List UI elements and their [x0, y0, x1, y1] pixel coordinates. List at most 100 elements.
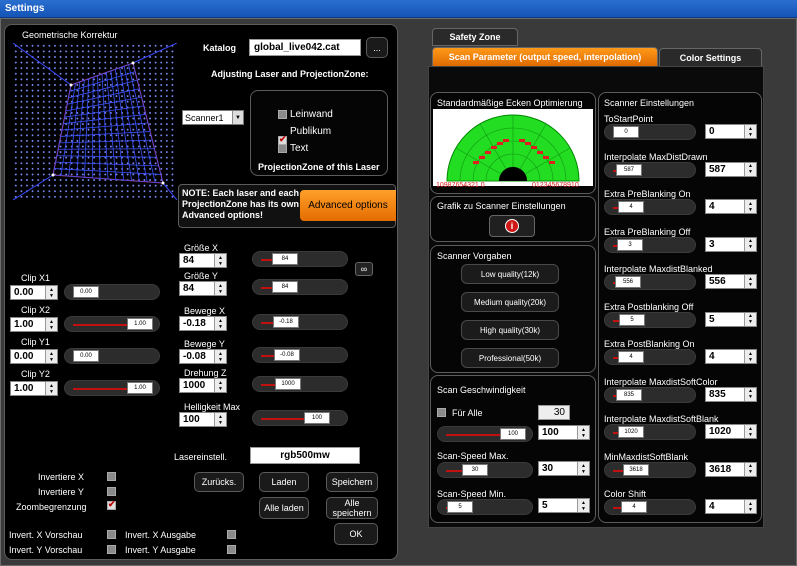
param-2-slider[interactable]: -0.18 — [252, 314, 348, 330]
tab-scan-parameter[interactable]: Scan Parameter (output speed, interpolat… — [432, 47, 658, 67]
invert-x-preview-checkbox[interactable] — [107, 530, 116, 539]
zone-checkbox-0[interactable] — [278, 110, 287, 119]
scanner-setting-2-slider-thumb[interactable]: 4 — [618, 201, 644, 213]
scanner-setting-8-slider-thumb[interactable]: 1020 — [618, 426, 644, 438]
scanner-setting-3-slider[interactable]: 3 — [604, 236, 696, 253]
scanner-setting-5-spinbox[interactable]: 5 ▲ ▼ — [705, 311, 757, 327]
fuer-alle-checkbox[interactable] — [437, 408, 446, 417]
param-5-slider[interactable]: 100 — [252, 410, 348, 426]
scanner-setting-4-spinbox[interactable]: 556 ▲ ▼ — [705, 274, 757, 289]
scanner-setting-3-spinbox[interactable]: 3 ▲ ▼ — [705, 236, 757, 252]
param-4-slider-thumb[interactable]: 1000 — [275, 378, 301, 390]
param-0-slider[interactable]: 84 — [252, 251, 348, 267]
scanner-setting-7-spinbox[interactable]: 835 ▲ ▼ — [705, 386, 757, 402]
invert-x-output-checkbox[interactable] — [227, 530, 236, 539]
clip-0-spinbox[interactable]: 0.00 ▲ ▼ — [10, 285, 58, 300]
clip-2-slider-thumb[interactable]: 0.00 — [73, 350, 99, 362]
link-icon[interactable]: ∞ — [355, 262, 373, 276]
speed-main-slider-thumb[interactable]: 100 — [500, 428, 526, 440]
scanner-setting-5-slider[interactable]: 5 — [604, 311, 696, 328]
scanner-setting-6-spinbox[interactable]: 4 ▲ ▼ — [705, 349, 757, 364]
scanner-setting-7-slider[interactable]: 835 — [604, 386, 696, 403]
load-button[interactable]: Laden — [259, 472, 309, 492]
preset-button-3[interactable]: Professional(50k) — [461, 348, 559, 368]
scanner-setting-1-slider[interactable]: 587 — [604, 161, 696, 178]
param-1-slider[interactable]: 84 — [252, 279, 348, 295]
preset-button-0[interactable]: Low quality(12k) — [461, 264, 559, 284]
speed-main-spinbox[interactable]: 100 ▲ ▼ — [538, 425, 590, 440]
save-all-button[interactable]: Alle speichern — [326, 497, 378, 519]
clip-0-slider[interactable]: 0.00 — [64, 284, 160, 300]
load-all-button[interactable]: Alle laden — [259, 497, 309, 519]
param-0-spinbox[interactable]: 84 ▲ ▼ — [179, 253, 227, 268]
scanner-select[interactable]: Scanner1 ▼ — [182, 110, 244, 125]
invert-y-preview-checkbox[interactable] — [107, 545, 116, 554]
fuer-alle-field[interactable]: 30 — [538, 405, 570, 420]
clip-3-spinbox[interactable]: 1.00 ▲ ▼ — [10, 381, 58, 396]
scanner-setting-4-slider[interactable]: 556 — [604, 274, 696, 290]
scanner-setting-1-spinbox[interactable]: 587 ▲ ▼ — [705, 161, 757, 177]
param-3-slider[interactable]: -0.08 — [252, 347, 348, 363]
clip-1-slider[interactable]: 1.00 — [64, 316, 160, 332]
param-5-spinbox[interactable]: 100 ▲ ▼ — [179, 412, 227, 427]
scanner-setting-9-slider-thumb[interactable]: 3618 — [623, 463, 649, 476]
clip-1-spinbox[interactable]: 1.00 ▲ ▼ — [10, 317, 58, 332]
clip-0-slider-thumb[interactable]: 0.00 — [73, 286, 99, 298]
clip-1-slider-thumb[interactable]: 1.00 — [127, 318, 153, 330]
browse-button[interactable]: ... — [366, 37, 388, 58]
clip-3-slider-thumb[interactable]: 1.00 — [127, 382, 153, 394]
param-3-spinbox[interactable]: -0.08 ▲ ▼ — [179, 349, 227, 364]
scanner-setting-6-slider[interactable]: 4 — [604, 349, 696, 365]
param-4-slider[interactable]: 1000 — [252, 376, 348, 392]
scanner-setting-9-slider[interactable]: 3618 — [604, 461, 696, 478]
scanner-setting-3-slider-thumb[interactable]: 3 — [617, 238, 643, 251]
param-0-slider-thumb[interactable]: 84 — [272, 253, 298, 265]
param-5-slider-thumb[interactable]: 100 — [304, 412, 330, 424]
speed-max-spinbox[interactable]: 30 ▲ ▼ — [538, 461, 590, 476]
scanner-setting-10-spinbox[interactable]: 4 ▲ ▼ — [705, 499, 757, 514]
speed-max-slider[interactable]: 30 — [437, 462, 533, 478]
advanced-options-button[interactable]: Advanced options — [300, 190, 396, 221]
invert-y-checkbox[interactable] — [107, 487, 116, 496]
invert-y-output-checkbox[interactable] — [227, 545, 236, 554]
scanner-setting-7-slider-thumb[interactable]: 835 — [616, 388, 642, 401]
preset-button-1[interactable]: Medium quality(20k) — [461, 292, 559, 312]
tab-safety-zone[interactable]: Safety Zone — [432, 28, 518, 46]
param-4-spinbox[interactable]: 1000 ▲ ▼ — [179, 378, 227, 393]
param-2-slider-thumb[interactable]: -0.18 — [273, 316, 299, 328]
speed-main-slider[interactable]: 100 — [437, 426, 533, 442]
scanner-setting-8-spinbox[interactable]: 1020 ▲ ▼ — [705, 424, 757, 439]
scanner-setting-4-slider-thumb[interactable]: 556 — [615, 276, 641, 288]
scanner-setting-0-slider[interactable]: 0 — [604, 124, 696, 140]
scanner-setting-5-slider-thumb[interactable]: 5 — [619, 313, 645, 326]
scanner-setting-10-slider-thumb[interactable]: 4 — [621, 501, 647, 513]
save-button[interactable]: Speichern — [326, 472, 378, 492]
clip-2-slider[interactable]: 0.00 — [64, 348, 160, 364]
geometry-grid[interactable] — [13, 43, 177, 200]
param-1-spinbox[interactable]: 84 ▲ ▼ — [179, 281, 227, 296]
clip-3-slider[interactable]: 1.00 — [64, 380, 160, 396]
scanner-setting-2-spinbox[interactable]: 4 ▲ ▼ — [705, 199, 757, 214]
laser-field[interactable]: rgb500mw — [250, 447, 360, 464]
info-button[interactable]: i — [489, 215, 535, 237]
speed-min-spinbox[interactable]: 5 ▲ ▼ — [538, 498, 590, 513]
zoom-checkbox[interactable] — [107, 499, 116, 510]
scanner-setting-10-slider[interactable]: 4 — [604, 499, 696, 515]
scanner-setting-0-spinbox[interactable]: 0 ▲ ▼ — [705, 124, 757, 139]
back-button[interactable]: Zurücks. — [194, 472, 244, 492]
clip-2-spinbox[interactable]: 0.00 ▲ ▼ — [10, 349, 58, 364]
param-1-slider-thumb[interactable]: 84 — [272, 281, 298, 293]
speed-max-slider-thumb[interactable]: 30 — [462, 464, 488, 476]
speed-min-slider[interactable]: 5 — [437, 499, 533, 515]
ok-button[interactable]: OK — [334, 523, 378, 545]
scanner-setting-1-slider-thumb[interactable]: 587 — [616, 163, 642, 176]
preset-button-2[interactable]: High quality(30k) — [461, 320, 559, 340]
scanner-setting-8-slider[interactable]: 1020 — [604, 424, 696, 440]
tab-color-settings[interactable]: Color Settings — [659, 48, 762, 67]
scanner-setting-0-slider-thumb[interactable]: 0 — [613, 126, 639, 138]
scanner-setting-6-slider-thumb[interactable]: 4 — [618, 351, 644, 363]
speed-min-slider-thumb[interactable]: 5 — [447, 501, 473, 513]
param-3-slider-thumb[interactable]: -0.08 — [274, 349, 300, 361]
scanner-setting-9-spinbox[interactable]: 3618 ▲ ▼ — [705, 461, 757, 477]
scanner-setting-2-slider[interactable]: 4 — [604, 199, 696, 215]
